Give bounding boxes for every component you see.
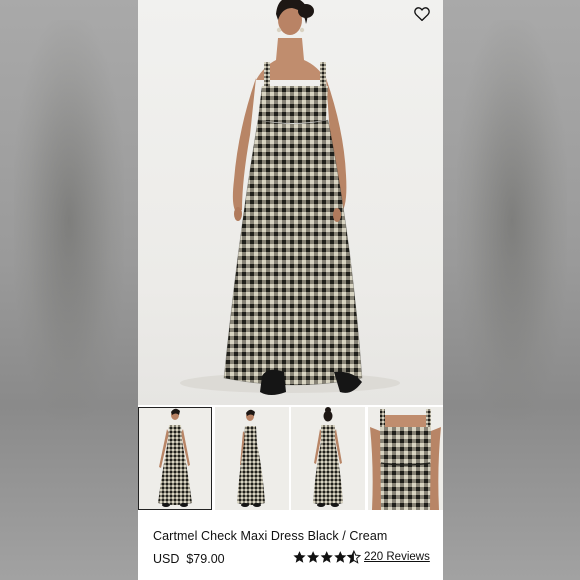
model-wearing-dress xyxy=(180,0,400,395)
blurred-figure xyxy=(14,20,124,420)
star-icon xyxy=(293,551,306,563)
thumbnail-side[interactable] xyxy=(215,407,289,510)
star-rating xyxy=(293,549,362,564)
blurred-backdrop-right xyxy=(443,0,580,580)
star-icon xyxy=(307,551,320,563)
star-icon xyxy=(346,549,362,564)
product-price: USD $79.00 xyxy=(153,552,225,566)
blurred-figure xyxy=(457,20,567,420)
heart-outline-icon[interactable] xyxy=(413,5,431,23)
star-icon xyxy=(334,551,347,563)
thumbnail-back[interactable] xyxy=(291,407,365,510)
main-product-image[interactable] xyxy=(138,0,443,405)
star-icon xyxy=(320,551,333,563)
thumbnail-strip xyxy=(138,407,443,510)
price-amount: $79.00 xyxy=(186,552,225,566)
thumbnail-front[interactable] xyxy=(138,407,212,510)
product-screen: Cartmel Check Maxi Dress Black / Cream U… xyxy=(138,0,443,580)
product-title: Cartmel Check Maxi Dress Black / Cream xyxy=(153,529,388,543)
reviews-link[interactable]: 220 Reviews xyxy=(364,551,430,563)
thumbnail-bodice-closeup[interactable] xyxy=(368,407,443,510)
currency-code: USD xyxy=(153,552,180,566)
product-info: Cartmel Check Maxi Dress Black / Cream U… xyxy=(138,510,443,580)
blurred-backdrop-left xyxy=(0,0,138,580)
